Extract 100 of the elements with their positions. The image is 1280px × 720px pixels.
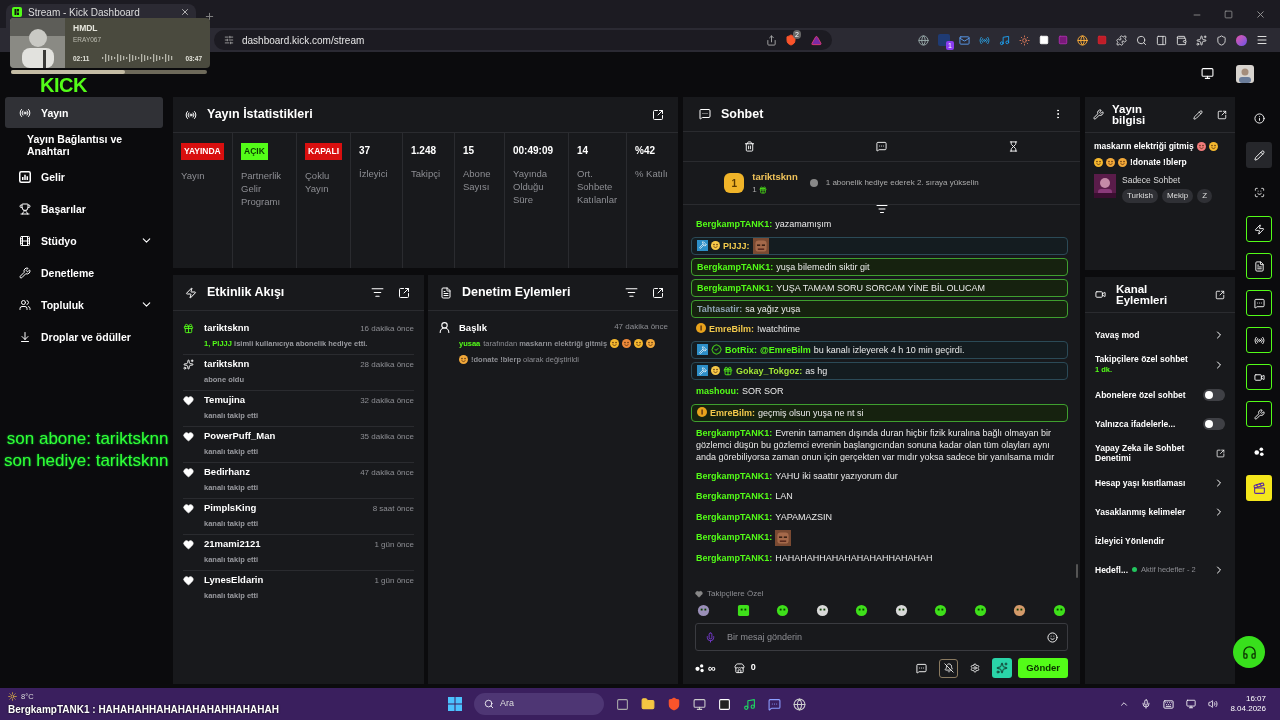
rail-button[interactable] <box>1246 216 1272 242</box>
emoji-icon <box>459 354 468 364</box>
tag[interactable]: Mekip <box>1161 189 1194 204</box>
app-icon[interactable] <box>793 697 806 711</box>
emote-icon[interactable] <box>934 604 948 617</box>
sidebar-icon[interactable] <box>1156 34 1167 46</box>
app-icon[interactable] <box>693 697 706 711</box>
emote-icon[interactable] <box>776 604 790 617</box>
action-label[interactable]: Yalnızca ifadelerle... <box>1095 418 1176 429</box>
sidebar-item[interactable]: Başarılar <box>5 193 163 224</box>
rail-button[interactable] <box>1246 253 1272 279</box>
chat-icon[interactable] <box>876 141 887 152</box>
site-settings-icon[interactable] <box>224 35 234 45</box>
new-tab-icon[interactable] <box>204 11 215 22</box>
action-label[interactable]: Yavaş mod <box>1095 329 1140 340</box>
action-label[interactable]: Takipçilere özel sohbet <box>1095 354 1188 364</box>
profile-icon[interactable] <box>1236 34 1247 46</box>
folder-icon[interactable] <box>641 697 655 711</box>
volume-icon[interactable] <box>1208 699 1219 709</box>
action-label[interactable]: Hedefl... <box>1095 564 1129 575</box>
emote-button[interactable] <box>992 658 1013 678</box>
store-icon[interactable] <box>733 662 745 674</box>
tag[interactable]: Z <box>1197 189 1213 204</box>
emoji-button[interactable] <box>1047 631 1058 643</box>
action-label[interactable]: Yapay Zeka ile Sohbet Denetimi <box>1095 443 1212 464</box>
action-label[interactable]: İzleyici Yönlendir <box>1095 535 1165 546</box>
find-icon[interactable] <box>1136 34 1147 46</box>
emote-icon[interactable] <box>1052 604 1066 617</box>
menu-icon[interactable] <box>1256 34 1268 46</box>
clock-date[interactable]: 8.04.2026 <box>1230 704 1266 714</box>
rail-button[interactable] <box>1246 401 1272 427</box>
send-button[interactable]: Gönder <box>1018 658 1068 678</box>
message-text: yuşa bilemedin siktir git <box>776 261 870 272</box>
collapse-icon[interactable] <box>875 203 888 215</box>
support-button[interactable] <box>1233 636 1265 668</box>
browser-icon[interactable] <box>667 697 681 711</box>
toggle-switch[interactable] <box>1203 417 1225 430</box>
rail-button[interactable] <box>1246 364 1272 390</box>
emote-icon[interactable] <box>973 604 987 617</box>
taskbar-search[interactable]: Ara <box>474 693 604 715</box>
hourglass-icon[interactable] <box>1008 141 1020 152</box>
tray-icon[interactable] <box>1119 699 1130 709</box>
username: tariktsknn <box>752 169 798 184</box>
chat-app-icon[interactable] <box>768 697 781 711</box>
assistant-icon[interactable] <box>1196 34 1207 46</box>
status-badge: YAYINDA <box>181 143 224 160</box>
wallet-icon[interactable] <box>1176 34 1187 46</box>
sidebar-item[interactable]: Topluluk <box>5 289 163 320</box>
clock-time[interactable]: 16:07 <box>1245 694 1266 704</box>
emote-icon[interactable] <box>1013 604 1027 617</box>
mute-button[interactable] <box>939 658 959 678</box>
weather-icon[interactable] <box>8 692 17 701</box>
sidebar-item[interactable]: Gelir <box>5 161 163 192</box>
popout-button[interactable] <box>1217 109 1227 120</box>
toggle-switch[interactable] <box>1203 388 1225 401</box>
microphone-icon[interactable] <box>1141 699 1152 709</box>
sidebar-item[interactable]: Denetleme <box>5 257 163 288</box>
wrench-icon <box>1093 109 1104 120</box>
sidebar-item[interactable]: Yayın Bağlantısı ve Anahtarı <box>5 129 163 160</box>
emote-icon[interactable] <box>855 604 869 617</box>
emote-icon[interactable] <box>815 604 829 617</box>
network-icon[interactable] <box>1186 699 1197 709</box>
chat-icon[interactable] <box>916 662 928 674</box>
studio-icon[interactable] <box>1201 67 1214 80</box>
progress-slider[interactable] <box>11 70 207 74</box>
site-logo[interactable]: KICK <box>40 74 87 95</box>
popout-button[interactable] <box>1215 289 1225 300</box>
extensions-icon[interactable] <box>1116 34 1127 46</box>
emote-icon[interactable] <box>697 604 710 617</box>
keyboard-icon[interactable] <box>1163 698 1175 710</box>
sidebar-item[interactable]: Yayın <box>5 97 163 128</box>
rail-button[interactable] <box>1246 142 1272 168</box>
tab-title: Stream - Kick Dashboard <box>28 7 141 18</box>
tag[interactable]: Turkish <box>1122 189 1158 204</box>
sidebar-item[interactable]: Droplar ve ödüller <box>5 321 163 352</box>
close-tab-icon[interactable] <box>180 7 190 17</box>
rail-button[interactable] <box>1246 290 1272 316</box>
action-label[interactable]: Hesap yaşı kısıtlaması <box>1095 477 1186 488</box>
stat-label: Ort. Sohbete Katılanlar <box>577 167 618 206</box>
edit-button[interactable] <box>1193 109 1203 120</box>
music-icon[interactable] <box>743 697 756 711</box>
settings-icon[interactable] <box>970 663 981 673</box>
rail-button[interactable] <box>1246 475 1272 501</box>
sidebar-item[interactable]: Stüdyo <box>5 225 163 256</box>
close-icon[interactable] <box>1255 9 1266 20</box>
emote-icon[interactable] <box>894 604 908 617</box>
emote-icon[interactable] <box>736 604 750 617</box>
message-input[interactable]: Bir mesaj gönderin <box>695 623 1068 651</box>
rail-button[interactable] <box>1246 327 1272 353</box>
restore-icon[interactable] <box>1224 10 1233 19</box>
trash-icon[interactable] <box>743 141 755 152</box>
app-icon[interactable] <box>616 697 629 711</box>
start-icon[interactable] <box>448 697 462 711</box>
rewards-icon[interactable] <box>811 34 822 46</box>
action-label[interactable]: Abonelere özel sohbet <box>1095 389 1186 400</box>
share-icon[interactable] <box>766 34 777 46</box>
vpn-icon[interactable] <box>1216 34 1227 46</box>
external-link-icon[interactable] <box>1216 448 1225 458</box>
action-label[interactable]: Yasaklanmış kelimeler <box>1095 506 1186 517</box>
extension-icon[interactable] <box>1077 34 1088 46</box>
